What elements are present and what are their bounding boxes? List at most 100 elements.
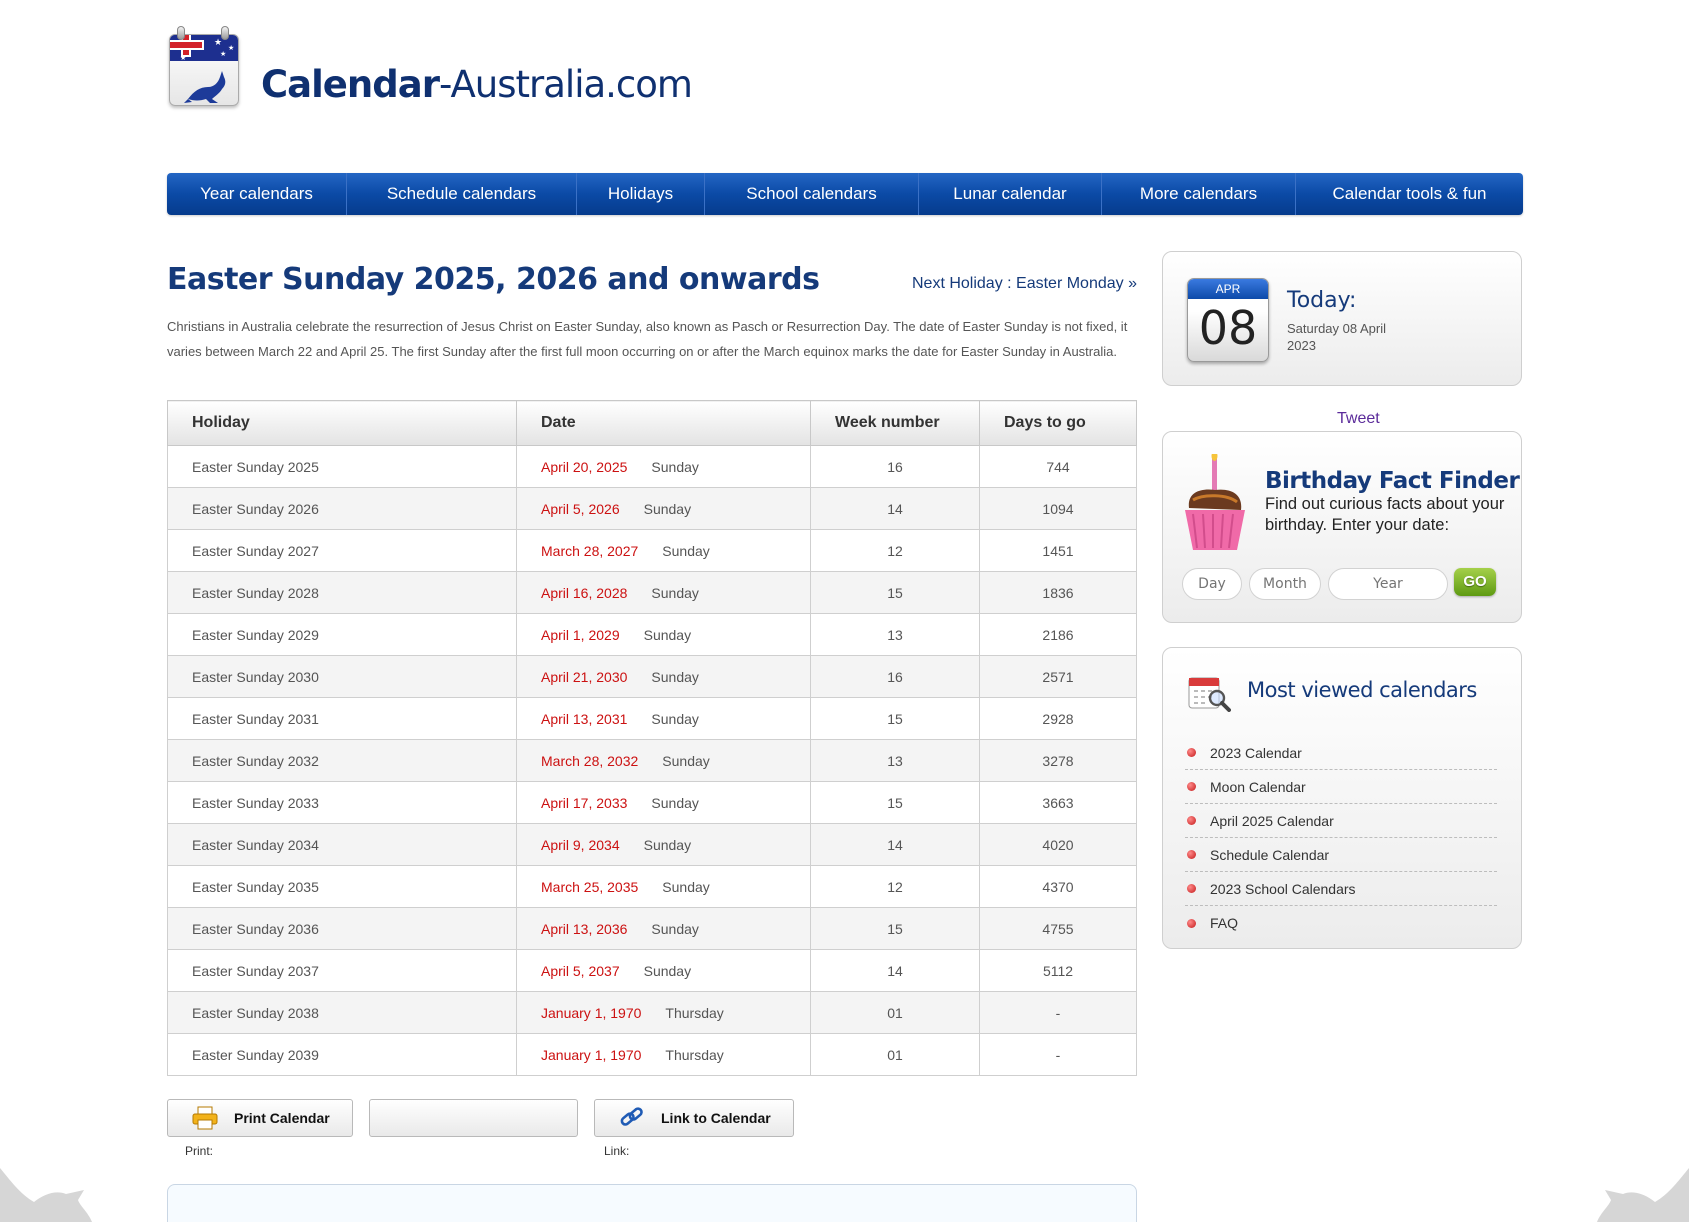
weekday-text: Sunday [662,752,710,769]
bullet-icon [1187,782,1196,791]
date-link[interactable]: January 1, 1970 [541,1047,641,1063]
days-to-go-cell: 2186 [979,613,1137,656]
birthday-day-input[interactable] [1182,568,1242,600]
holiday-cell: Easter Sunday 2038 [167,991,517,1034]
date-cell: January 1, 1970 Thursday [516,991,811,1034]
birthday-title: Birthday Fact Finder [1265,468,1520,494]
most-viewed-calendars: Most viewed calendars 2023 Calendar Moon … [1162,647,1522,949]
today-title: Today: [1287,288,1357,313]
date-link[interactable]: April 5, 2037 [541,963,620,979]
today-month: APR [1188,279,1268,299]
nav-holidays[interactable]: Holidays [577,173,705,215]
most-viewed-item[interactable]: 2023 School Calendars [1185,872,1497,906]
date-cell: March 25, 2035 Sunday [516,865,811,908]
week-number-cell: 16 [810,445,980,488]
table-row: Easter Sunday 2033 April 17, 2033 Sunday 15… [167,781,1137,824]
date-link[interactable]: April 16, 2028 [541,585,627,601]
days-to-go-cell: 744 [979,445,1137,488]
weekday-text: Sunday [643,836,692,853]
site-logo[interactable]: ★ ★ ★ ★ Calendar-Australia.com [167,24,693,108]
week-number-cell: 14 [810,823,980,866]
most-viewed-title: Most viewed calendars [1247,678,1477,702]
birthday-fact-finder: Birthday Fact Finder Find out curious fa… [1162,431,1522,623]
date-link[interactable]: April 13, 2036 [541,921,627,937]
date-cell: March 28, 2032 Sunday [516,739,811,782]
birthday-year-input[interactable] [1328,568,1448,600]
date-link[interactable]: April 5, 2026 [541,501,620,517]
nav-calendar-tools[interactable]: Calendar tools & fun [1296,173,1523,215]
most-viewed-item-label: April 2025 Calendar [1210,812,1334,829]
table-row: Easter Sunday 2031 April 13, 2031 Sunday 15… [167,697,1137,740]
table-row: Easter Sunday 2026 April 5, 2026 Sunday 14 1… [167,487,1137,530]
date-link[interactable]: January 1, 1970 [541,1005,641,1021]
bullet-icon [1187,850,1196,859]
table-row: Easter Sunday 2034 April 9, 2034 Sunday 14 4… [167,823,1137,866]
weekday-text: Sunday [643,626,692,643]
main-nav: Year calendars Schedule calendars Holida… [167,173,1523,215]
table-body: Easter Sunday 2025 April 20, 2025 Sunday 16… [167,445,1137,1076]
table-row: Easter Sunday 2030 April 21, 2030 Sunday 16… [167,655,1137,698]
weekday-text: Sunday [651,458,699,475]
table-row: Easter Sunday 2025 April 20, 2025 Sunday 16… [167,445,1137,488]
nav-year-calendars[interactable]: Year calendars [167,173,347,215]
most-viewed-item[interactable]: Moon Calendar [1185,770,1497,804]
cupcake-icon [1185,454,1245,550]
week-number-cell: 13 [810,613,980,656]
date-link[interactable]: April 1, 2029 [541,627,620,643]
calendar-magnifier-icon [1188,677,1231,712]
holiday-cell: Easter Sunday 2026 [167,487,517,530]
date-link[interactable]: April 20, 2025 [541,459,627,475]
birthday-go-button[interactable]: GO [1454,568,1496,596]
link-label: Link: [604,1144,630,1158]
table-row: Easter Sunday 2027 March 28, 2027 Sunday 12… [167,529,1137,572]
date-link[interactable]: April 17, 2033 [541,795,627,811]
date-link[interactable]: April 13, 2031 [541,711,627,727]
printer-icon [192,1106,218,1130]
holiday-table: Holiday Date Week number Days to go East… [167,400,1137,1076]
weekday-text: Thursday [665,1046,724,1063]
most-viewed-item[interactable]: Schedule Calendar [1185,838,1497,872]
date-link[interactable]: March 25, 2035 [541,879,638,895]
logo-wordmark: Calendar-Australia.com [261,63,693,106]
most-viewed-item[interactable]: 2023 Calendar [1185,736,1497,770]
days-to-go-cell: 1836 [979,571,1137,614]
week-number-cell: 01 [810,1033,980,1076]
date-link[interactable]: April 21, 2030 [541,669,627,685]
print-calendar-button[interactable]: Print Calendar [167,1099,353,1137]
nav-more-calendars[interactable]: More calendars [1102,173,1296,215]
share-widget-button[interactable] [369,1099,578,1137]
date-cell: April 21, 2030 Sunday [516,655,811,698]
date-link[interactable]: April 9, 2034 [541,837,620,853]
most-viewed-item[interactable]: FAQ [1185,906,1497,940]
weekday-text: Sunday [643,500,692,517]
birthday-month-input[interactable] [1249,568,1321,600]
date-cell: March 28, 2027 Sunday [516,529,811,572]
holiday-cell: Easter Sunday 2025 [167,445,517,488]
link-calendar-label: Link to Calendar [661,1110,771,1126]
col-week-header: Week number [810,400,980,446]
date-link[interactable]: March 28, 2032 [541,753,638,769]
most-viewed-item-label: FAQ [1210,915,1239,931]
days-to-go-cell: 5112 [979,949,1137,992]
week-number-cell: 12 [810,529,980,572]
most-viewed-item-label: 2023 Calendar [1210,744,1302,761]
table-row: Easter Sunday 2038 January 1, 1970 Thursda… [167,991,1137,1034]
date-cell: April 13, 2036 Sunday [516,907,811,950]
nav-school-calendars[interactable]: School calendars [705,173,919,215]
nav-lunar-calendar[interactable]: Lunar calendar [919,173,1102,215]
week-number-cell: 01 [810,991,980,1034]
date-link[interactable]: March 28, 2027 [541,543,638,559]
holiday-cell: Easter Sunday 2037 [167,949,517,992]
holiday-cell: Easter Sunday 2034 [167,823,517,866]
next-holiday-link[interactable]: Next Holiday : Easter Monday » [912,275,1137,293]
table-row: Easter Sunday 2036 April 13, 2036 Sunday 15… [167,907,1137,950]
most-viewed-item[interactable]: April 2025 Calendar [1185,804,1497,838]
kangaroo-silhouette-right-icon [1597,1168,1689,1222]
table-row: Easter Sunday 2035 March 25, 2035 Sunday 12… [167,865,1137,908]
holiday-cell: Easter Sunday 2035 [167,865,517,908]
date-cell: April 9, 2034 Sunday [516,823,811,866]
link-to-calendar-button[interactable]: Link to Calendar [594,1099,794,1137]
nav-schedule-calendars[interactable]: Schedule calendars [347,173,577,215]
week-number-cell: 15 [810,907,980,950]
tweet-link[interactable]: Tweet [1337,410,1380,428]
